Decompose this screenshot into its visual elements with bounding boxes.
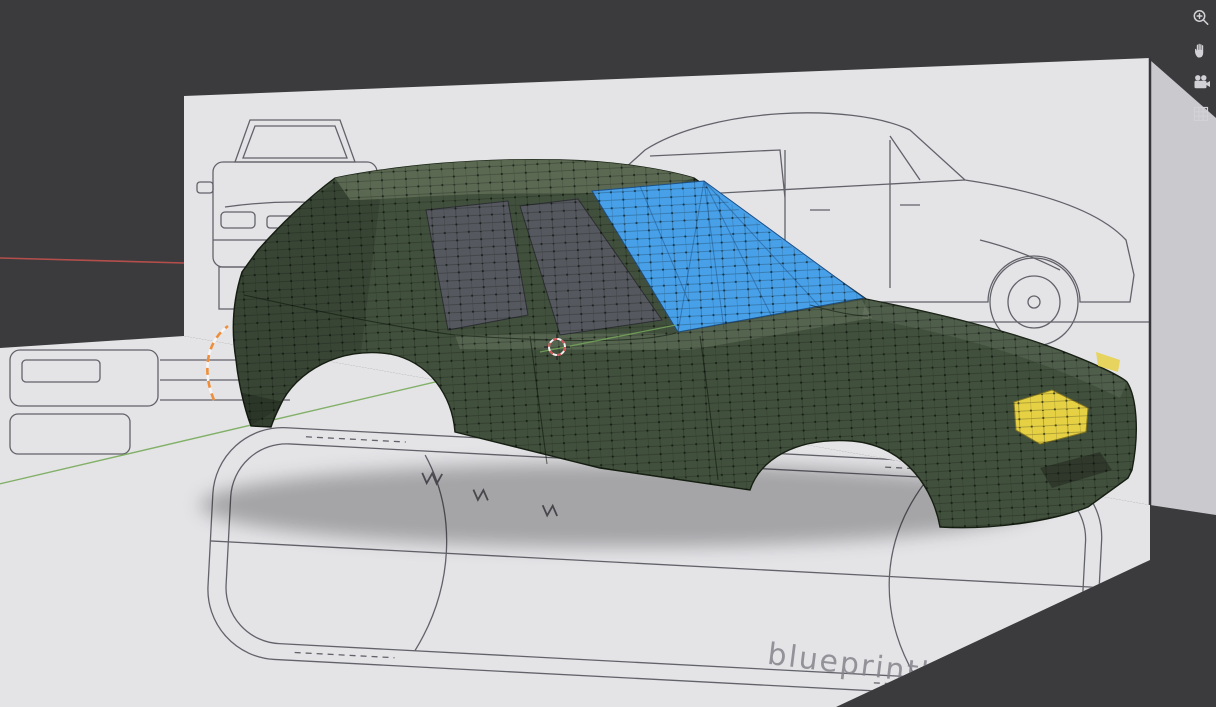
pan-hand-icon[interactable] — [1188, 37, 1214, 63]
grid-ortho-icon[interactable] — [1188, 101, 1214, 127]
blender-3d-viewport: blueprintbox.co — [0, 0, 1216, 707]
viewport-nav-controls — [1188, 5, 1214, 127]
3d-viewport-canvas[interactable]: blueprintbox.co — [0, 0, 1216, 707]
zoom-in-icon[interactable] — [1188, 5, 1214, 31]
camera-view-icon[interactable] — [1188, 69, 1214, 95]
car-shadow — [200, 463, 1040, 547]
